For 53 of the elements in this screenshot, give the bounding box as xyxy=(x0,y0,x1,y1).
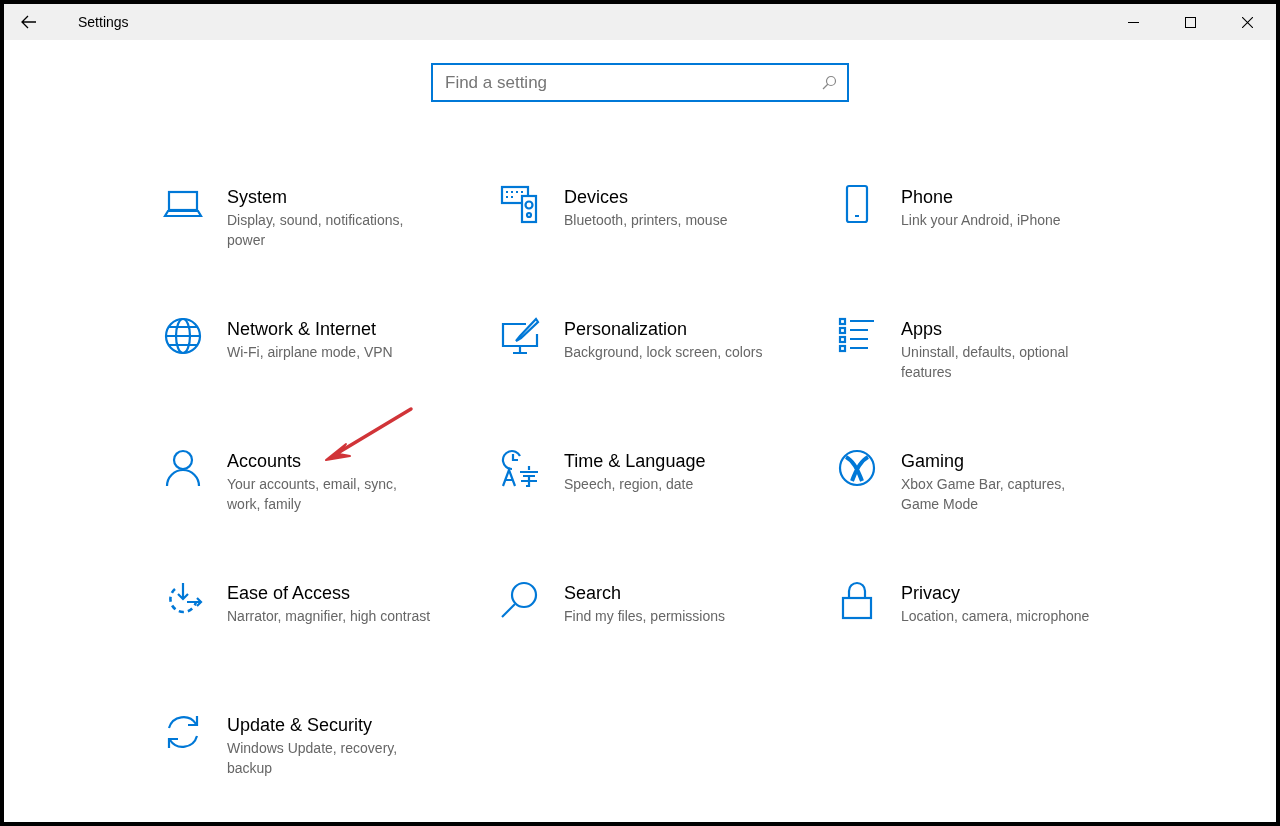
keyboard-speaker-icon xyxy=(500,184,540,224)
category-description: Background, lock screen, colors xyxy=(564,343,764,362)
minimize-icon xyxy=(1128,21,1139,23)
search-field[interactable]: Find a setting xyxy=(431,63,849,102)
category-title: Network & Internet xyxy=(227,318,378,341)
category-title: Update & Security xyxy=(227,714,374,737)
settings-category[interactable]: Ease of Access Narrator, magnifier, high contrast xyxy=(163,580,463,670)
search-icon xyxy=(500,580,540,620)
category-title: Ease of Access xyxy=(227,582,352,605)
settings-category[interactable]: Personalization Background, lock screen, colors xyxy=(500,316,800,406)
category-description: Uninstall, defaults, optional features xyxy=(901,343,1070,382)
person-icon xyxy=(163,448,203,488)
category-title: System xyxy=(227,186,288,209)
category-title: Search xyxy=(564,582,623,605)
category-title: Time & Language xyxy=(564,450,707,473)
category-title: Apps xyxy=(901,318,944,341)
circle-x-icon xyxy=(837,448,877,488)
settings-category[interactable]: Gaming Xbox Game Bar, captures, Game Mode xyxy=(837,448,1137,538)
category-description: Your accounts, email, sync, work, family xyxy=(227,475,398,514)
search-icon xyxy=(822,75,837,90)
category-title: Personalization xyxy=(564,318,689,341)
globe-icon xyxy=(163,316,203,356)
settings-category[interactable]: Accounts Your accounts, email, sync, work, family xyxy=(163,448,463,538)
settings-category[interactable]: System Display, sound, notifications, power xyxy=(163,184,463,274)
settings-category[interactable]: Phone Link your Android, iPhone xyxy=(837,184,1137,274)
close-icon xyxy=(1242,16,1253,28)
settings-category[interactable]: Privacy Location, camera, microphone xyxy=(837,580,1137,670)
category-title: Phone xyxy=(901,186,955,209)
maximize-icon xyxy=(1185,16,1196,28)
settings-category[interactable]: Network & Internet Wi-Fi, airplane mode, VPN xyxy=(163,316,463,406)
monitor-brush-icon xyxy=(500,316,540,356)
category-title: Gaming xyxy=(901,450,966,473)
category-title: Accounts xyxy=(227,450,303,473)
category-description: Find my files, permissions xyxy=(564,607,727,626)
window-title: Settings xyxy=(78,12,129,32)
clock-letters-icon xyxy=(500,448,540,488)
back-icon xyxy=(21,15,37,29)
category-description: Display, sound, notifications, power xyxy=(227,211,405,250)
category-title: Privacy xyxy=(901,582,961,605)
settings-category[interactable]: Search Find my files, permissions xyxy=(500,580,800,670)
category-description: Location, camera, microphone xyxy=(901,607,1091,626)
settings-category[interactable]: Apps Uninstall, defaults, optional features xyxy=(837,316,1137,406)
settings-category[interactable]: Update & Security Windows Update, recovery, backup xyxy=(163,712,463,802)
category-description: Xbox Game Bar, captures, Game Mode xyxy=(901,475,1067,514)
settings-category[interactable]: Devices Bluetooth, printers, mouse xyxy=(500,184,800,274)
category-description: Bluetooth, printers, mouse xyxy=(564,211,729,230)
category-description: Narrator, magnifier, high contrast xyxy=(227,607,432,626)
category-title: Devices xyxy=(564,186,630,209)
settings-category[interactable]: Time & Language Speech, region, date xyxy=(500,448,800,538)
category-description: Wi-Fi, airplane mode, VPN xyxy=(227,343,394,362)
category-description: Link your Android, iPhone xyxy=(901,211,1062,230)
category-description: Windows Update, recovery, backup xyxy=(227,739,399,778)
category-description: Speech, region, date xyxy=(564,475,695,494)
